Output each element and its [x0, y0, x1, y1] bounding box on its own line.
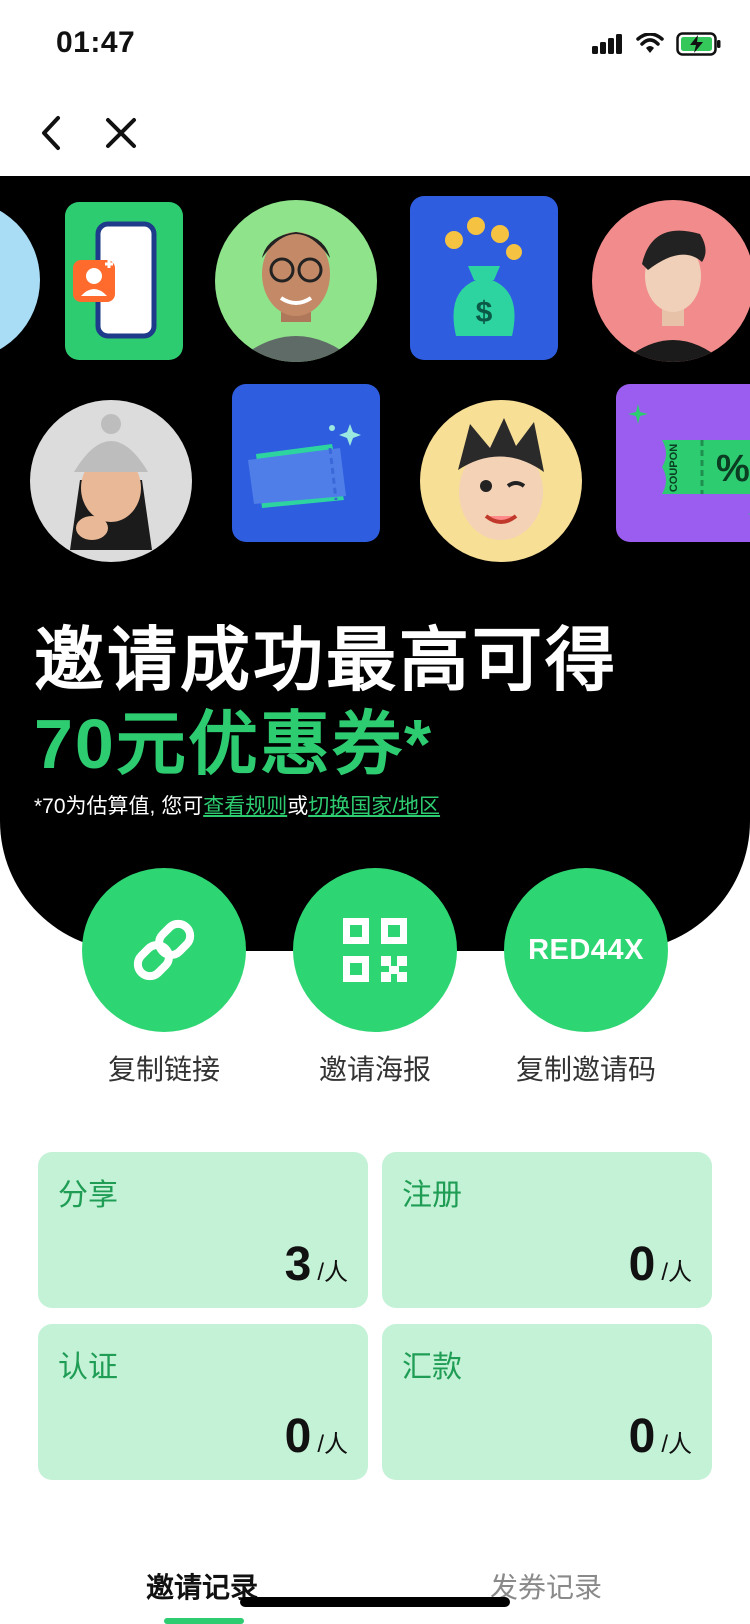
status-time: 01:47 [56, 26, 136, 59]
copy-link-action[interactable]: 复制链接 [82, 868, 246, 1088]
link-icon [133, 919, 195, 981]
nav-bar [0, 90, 750, 176]
invite-poster-action[interactable]: 邀请海报 [293, 868, 457, 1088]
money-bag-tile: $ [410, 196, 558, 360]
add-contact-tile [65, 202, 183, 360]
phone-add-user-icon [73, 221, 157, 339]
hero-banner: $ COUPON % 邀请成功最高可得 70元优惠券* *70为估算值, 您可查… [0, 176, 750, 951]
copy-invite-code-button[interactable]: RED44X [504, 868, 668, 1032]
qr-code-icon [343, 918, 407, 982]
stat-value: 0 [284, 1410, 312, 1463]
copy-invite-code-action[interactable]: RED44X 复制邀请码 [504, 868, 668, 1088]
avatar-tile [0, 200, 40, 360]
or-text: 或 [287, 795, 309, 818]
hero-disclaimer: *70为估算值, 您可查看规则或切换国家/地区 [34, 790, 440, 820]
back-button[interactable] [26, 108, 76, 158]
switch-region-link[interactable]: 切换国家/地区 [308, 795, 440, 818]
stat-card-remit: 汇款 0/人 [382, 1324, 712, 1480]
ticket-icon [248, 424, 361, 508]
stat-label: 汇款 [402, 1351, 462, 1384]
percent-label: % [716, 448, 750, 490]
status-bar: 01:47 [0, 0, 750, 90]
coupon-tile: COUPON % [616, 384, 750, 542]
stat-card-register: 注册 0/人 [382, 1152, 712, 1308]
copy-invite-code-label: 复制邀请码 [515, 1054, 656, 1085]
close-button[interactable] [96, 108, 146, 158]
stat-value: 0 [628, 1238, 656, 1291]
money-bag-icon: $ [445, 217, 522, 336]
stat-card-share: 分享 3/人 [38, 1152, 368, 1308]
copy-link-label: 复制链接 [107, 1054, 220, 1085]
stat-unit: /人 [317, 1431, 348, 1458]
record-tabs: 邀请记录 发券记录 [0, 1560, 750, 1624]
stat-label: 注册 [402, 1179, 462, 1212]
tab-indicator [164, 1618, 244, 1624]
signal-icon [592, 34, 622, 54]
copy-link-button[interactable] [82, 868, 246, 1032]
stat-unit: /人 [317, 1259, 348, 1286]
invite-code: RED44X [528, 933, 644, 966]
stat-value: 0 [628, 1410, 656, 1463]
home-indicator [240, 1597, 510, 1607]
coupon-label: COUPON [668, 443, 680, 493]
status-icons [592, 32, 722, 56]
close-icon [106, 118, 136, 148]
stat-label: 认证 [58, 1351, 118, 1384]
rules-link[interactable]: 查看规则 [203, 795, 287, 818]
stat-card-verify: 认证 0/人 [38, 1324, 368, 1480]
chevron-left-icon [42, 116, 60, 150]
ticket-tile [232, 384, 380, 542]
stat-label: 分享 [58, 1179, 118, 1212]
avatar-memoji-girl [30, 400, 192, 562]
invite-actions: 复制链接 邀请海报 RED44X 复制邀请码 [0, 868, 750, 1088]
disclaimer-text: *70为估算值, 您可 [34, 795, 204, 818]
avatar-man-glasses [215, 200, 377, 362]
invite-poster-button[interactable] [293, 868, 457, 1032]
battery-charging-icon [676, 32, 721, 56]
svg-text:$: $ [476, 296, 493, 329]
invite-poster-label: 邀请海报 [318, 1054, 431, 1085]
stat-value: 3 [284, 1238, 312, 1291]
wifi-icon [636, 33, 664, 53]
avatar-memoji-boy [420, 400, 582, 562]
stat-unit: /人 [661, 1431, 692, 1458]
hero-reward: 70元优惠券* [34, 705, 434, 783]
avatar-woman [592, 200, 750, 362]
stat-unit: /人 [661, 1259, 692, 1286]
